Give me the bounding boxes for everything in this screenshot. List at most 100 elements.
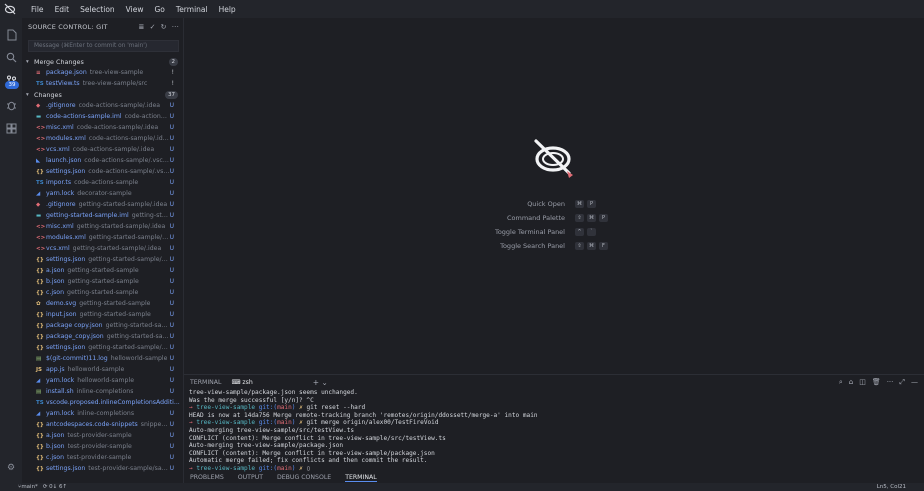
file-row[interactable]: <> modules.xml code-actions-sample/.idea U [22,133,183,144]
file-path: getting-started-sample [67,278,139,285]
file-row[interactable]: ◆ .gitignore code-actions-sample/.idea U [22,100,183,111]
file-row[interactable]: {} b.json test-provider-sample U [22,441,183,452]
cursor-position[interactable]: Ln5, Col21 [877,484,906,490]
changes-label: Changes [34,90,62,99]
file-row[interactable]: {} c.json getting-started-sample U [22,287,183,298]
file-row[interactable]: ▬ getting-started-sample.imlgetting-start… [22,210,183,221]
tab-terminal[interactable]: TERMINAL [345,474,377,482]
menu-edit[interactable]: Edit [55,5,70,14]
key-cap: ⌘ [587,214,596,222]
file-row[interactable]: ▬ code-actions-sample.imlcode-actions-s..… [22,111,183,122]
file-type-icon: ◢ [36,190,41,197]
maximize-icon[interactable]: ⤢ [899,378,905,387]
file-status: U [169,190,174,197]
terminal-tool-icon[interactable]: ⌂ [849,378,853,387]
file-row[interactable]: <> vcs.xml code-actions-sample/.idea U [22,144,183,155]
extensions-icon[interactable] [0,117,22,139]
file-type-icon: <> [36,146,46,153]
file-row[interactable]: TS testView.ts tree-view-sample/src! [22,78,183,89]
search-icon[interactable]: ⌕ [839,378,843,387]
file-status: U [169,124,174,131]
file-row[interactable]: {}package copy.jsongetting-started-sampl… [22,320,183,331]
file-row[interactable]: <> misc.xml getting-started-sample/.idea U [22,221,183,232]
commit-check-icon[interactable]: ✓ [150,23,156,31]
tab-debug-console[interactable]: DEBUG CONSOLE [277,474,331,481]
file-row[interactable]: {} a.json getting-started-sample U [22,265,183,276]
file-row[interactable]: ◢ yarn.lock helloworld-sample U [22,375,183,386]
file-row[interactable]: ◢ yarn.lock decorator-sample U [22,188,183,199]
scm-count-badge: 39 [5,81,19,89]
file-row[interactable]: {}settings.jsontest-provider-sample/samp… [22,463,183,474]
menu-terminal[interactable]: Terminal [176,5,208,14]
file-row[interactable]: {} settings.json getting-started-sample/sr… [22,342,183,353]
key-cap: P [587,200,596,208]
menu-go[interactable]: Go [154,5,164,14]
shortcut-keys: ^ ` [575,228,596,236]
tab-output[interactable]: OUTPUT [238,474,263,481]
file-status: U [169,388,174,395]
file-name: testView.ts [46,80,80,87]
commit-message-input[interactable]: Message (⌘Enter to commit on 'main') [28,40,179,52]
changes-count: 37 [165,90,178,99]
file-row[interactable]: {} c.json test-provider-sample U [22,452,183,463]
new-terminal-icon[interactable]: + ⌄ [313,378,328,387]
split-terminal-icon[interactable]: ◫ [859,378,866,387]
file-type-icon: <> [36,245,46,252]
trash-icon[interactable]: 🗑 [872,378,881,387]
tab-zsh[interactable]: ⌨ zsh [231,379,252,386]
key-cap: ⌘ [575,200,584,208]
file-row[interactable]: {} input.json getting-started-sample U [22,309,183,320]
file-row[interactable]: ✿ demo.svg getting-started-sample U [22,298,183,309]
menu-view[interactable]: View [126,5,144,14]
file-status: U [169,135,174,142]
file-row[interactable]: ◆ .gitignore getting-started-sample/.idea U [22,199,183,210]
search-icon[interactable] [0,46,22,68]
more-actions-icon[interactable]: ··· [172,23,179,31]
file-row[interactable]: {}package_copy.jsongetting-started-sampl… [22,331,183,342]
view-as-tree-icon[interactable]: ≣ [138,23,144,31]
refresh-icon[interactable]: ↻ [161,23,167,31]
menu-help[interactable]: Help [219,5,236,14]
file-row[interactable]: {} settings.json getting-started-sample/.v… [22,254,183,265]
file-row[interactable]: ▤ $(git-commit)11.log helloworld-sample U [22,353,183,364]
file-row[interactable]: ≡ package.json tree-view-sample! [22,67,183,78]
files-icon[interactable] [0,24,22,46]
merge-changes-group[interactable]: ▾ Merge Changes 2 [22,56,183,67]
file-row[interactable]: {} settings.json code-actions-sample/.vsco… [22,166,183,177]
debug-icon[interactable] [0,94,22,116]
file-row[interactable]: TS vscode.proposed.inlineCompletionsAddit… [22,397,183,408]
more-actions-icon[interactable]: ··· [887,378,894,387]
file-row[interactable]: {} a.json test-provider-sample U [22,430,183,441]
file-status: U [169,179,174,186]
file-row[interactable]: <> misc.xml code-actions-sample/.idea U [22,122,183,133]
terminal-output[interactable]: tree-view-sample/package.json seems unch… [184,389,924,473]
gear-icon[interactable]: ⚙ [0,460,22,476]
file-row[interactable]: ◢ yarn.lock inline-completions U [22,408,183,419]
file-row[interactable]: JS app.js helloworld-sample U [22,364,183,375]
key-cap: F [599,242,608,250]
file-row[interactable]: ▤ install.sh inline-completions U [22,386,183,397]
file-type-icon: {} [36,465,44,472]
editor-area: Quick Open ⌘ P Command Palette ⇧ ⌘ P Toggle Ter… [184,18,924,374]
file-row[interactable]: <> modules.xml getting-started-sample/.ide… [22,232,183,243]
prompt-dir: tree-view-sample [196,419,256,427]
file-row[interactable]: ◣ launch.json code-actions-sample/.vscode U [22,155,183,166]
file-row[interactable]: {} b.json getting-started-sample U [22,276,183,287]
sync-status[interactable]: ⟳ 0↓ 6↑ [43,484,67,490]
changes-group[interactable]: ▾ Changes 37 [22,89,183,100]
file-row[interactable]: {}antcodespaces.code-snippetssnippet-s..… [22,419,183,430]
status-bar: ⑂ main* ⟳ 0↓ 6↑ Ln5, Col21 [0,483,924,491]
file-row[interactable]: <> vcs.xml getting-started-sample/.idea U [22,243,183,254]
terminal-line: → tree-view-sample git:(main) ✗ git rese… [189,404,924,412]
shortcut-label: Toggle Search Panel [500,242,565,250]
minimize-icon[interactable]: — [911,378,918,387]
prompt-cmd: git reset --hard [306,404,366,412]
menu-selection[interactable]: Selection [80,5,115,14]
tab-problems[interactable]: PROBLEMS [190,474,224,481]
app-logo-watermark-icon [531,135,581,185]
branch-name[interactable]: main* [21,484,38,490]
tab-terminal[interactable]: TERMINAL [190,379,221,386]
menu-file[interactable]: File [31,5,44,14]
file-row[interactable]: TS impor.ts code-actions-sample U [22,177,183,188]
file-name: package_copy.json [46,333,104,340]
